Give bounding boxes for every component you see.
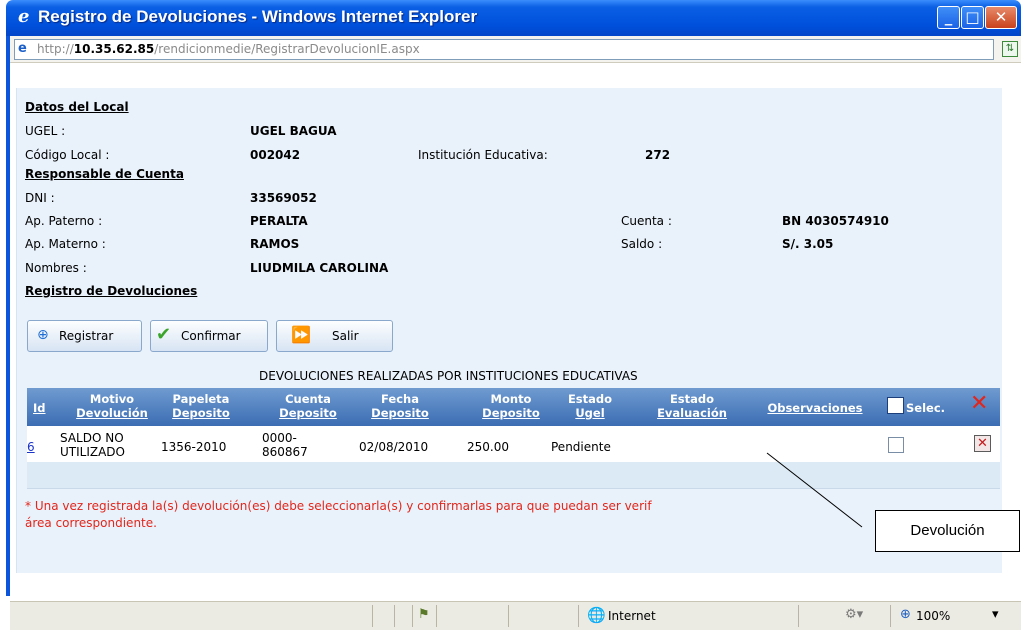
row-monto: 250.00 (467, 440, 509, 454)
url-text: http://10.35.62.85/rendicionmedie/Regist… (37, 42, 420, 56)
browser-window: e Registro de Devoluciones - Windows Int… (0, 0, 1021, 630)
row-select-checkbox[interactable] (888, 437, 904, 453)
status-divider (508, 605, 509, 627)
status-divider (412, 605, 413, 627)
maximize-icon: □ (965, 8, 980, 26)
institucion-value: 272 (645, 148, 671, 162)
row-papeleta: 1356-2010 (161, 440, 227, 454)
add-icon: ⊕ (37, 327, 49, 343)
col-motivo[interactable]: Motivo Devolución (66, 392, 158, 420)
zoom-icon: ⊕ (900, 607, 911, 622)
exit-arrow-icon: ⏩ (291, 325, 311, 344)
institucion-label: Institución Educativa: (418, 148, 548, 162)
close-icon: ✕ (994, 8, 1008, 26)
codigo-local-value: 002042 (250, 148, 301, 162)
registrar-button[interactable]: ⊕ Registrar (27, 320, 142, 352)
internet-globe-icon: 🌐 (587, 606, 606, 624)
col-cuenta[interactable]: Cuenta Deposito (268, 392, 348, 420)
popup-blocker-icon[interactable]: ⚑ (418, 608, 430, 622)
window-frame-left (6, 36, 10, 596)
col-estado-evaluacion[interactable]: Estado Evaluación (644, 392, 740, 420)
minimize-icon: _ (944, 8, 953, 26)
col-id[interactable]: Id (33, 401, 46, 415)
title-bar: e Registro de Devoluciones - Windows Int… (6, 0, 1021, 36)
nombres-label: Nombres : (25, 261, 87, 275)
row-cuenta: 0000- 860867 (262, 431, 308, 459)
confirmar-button[interactable]: ✔ Confirmar (150, 320, 268, 352)
instruction-note: * Una vez registrada la(s) devolución(es… (25, 499, 652, 530)
delete-all-icon[interactable]: ✕ (970, 393, 988, 415)
close-button[interactable]: ✕ (985, 6, 1017, 29)
salir-button[interactable]: ⏩ Salir (276, 320, 393, 352)
callout-label: Devolución (910, 522, 985, 539)
status-bar: ⚑ 🌐 Internet ⚙▾ ⊕ 100% ▾ (10, 601, 1021, 630)
row-motivo: SALDO NO UTILIZADO (60, 431, 125, 459)
ie-logo-icon: e (18, 6, 30, 27)
status-divider (436, 605, 437, 627)
minimize-button[interactable]: _ (937, 6, 960, 29)
dni-value: 33569052 (250, 191, 317, 205)
zoom-level[interactable]: 100% (916, 609, 950, 623)
col-estado-ugel[interactable]: Estado Ugel (552, 392, 628, 420)
cuenta-label: Cuenta : (621, 214, 672, 228)
window-title: Registro de Devoluciones - Windows Inter… (38, 7, 478, 26)
col-papeleta[interactable]: Papeleta Deposito (161, 392, 241, 420)
section-datos-local: Datos del Local (25, 100, 129, 114)
maximize-button[interactable]: □ (961, 6, 984, 29)
checkmark-icon: ✔ (156, 324, 172, 345)
address-bar: e http://10.35.62.85/rendicionmedie/Regi… (10, 36, 1021, 63)
col-observaciones[interactable]: Observaciones (752, 401, 878, 415)
protected-mode-icon[interactable]: ⚙▾ (845, 608, 863, 622)
ugel-label: UGEL : (25, 124, 66, 138)
grid-caption: DEVOLUCIONES REALIZADAS POR INSTITUCIONE… (259, 369, 638, 383)
ap-paterno-label: Ap. Paterno : (25, 214, 103, 228)
saldo-label: Saldo : (621, 237, 663, 251)
ap-paterno-value: PERALTA (250, 214, 308, 228)
row-estado-ugel: Pendiente (551, 440, 611, 454)
grid-footer-row (27, 462, 1000, 489)
col-fecha[interactable]: Fecha Deposito (360, 392, 440, 420)
nombres-value: LIUDMILA CAROLINA (250, 261, 389, 275)
security-zone: Internet (608, 609, 656, 623)
col-monto[interactable]: Monto Deposito (472, 392, 550, 420)
page-icon: e (18, 41, 27, 56)
select-all-checkbox[interactable] (887, 397, 904, 414)
status-divider (394, 605, 395, 627)
section-registro: Registro de Devoluciones (25, 284, 198, 298)
chevron-down-icon[interactable]: ▾ (992, 608, 999, 622)
status-divider (578, 605, 579, 627)
codigo-local-label: Código Local : (25, 148, 110, 162)
col-selec: Selec. (906, 401, 946, 415)
status-divider (372, 605, 373, 627)
cuenta-value: BN 4030574910 (782, 214, 889, 228)
status-divider (798, 605, 799, 627)
row-id-link[interactable]: 6 (27, 440, 35, 454)
section-responsable: Responsable de Cuenta (25, 167, 184, 181)
url-field[interactable]: e http://10.35.62.85/rendicionmedie/Regi… (14, 39, 994, 60)
callout-box: Devolución (875, 510, 1020, 552)
row-fecha: 02/08/2010 (359, 440, 429, 454)
compatibility-icon[interactable]: ⇅ (1002, 41, 1018, 57)
ap-materno-label: Ap. Materno : (25, 237, 106, 251)
dni-label: DNI : (25, 191, 55, 205)
status-divider (890, 605, 891, 627)
saldo-value: S/. 3.05 (782, 237, 834, 251)
ugel-value: UGEL BAGUA (250, 124, 337, 138)
ap-materno-value: RAMOS (250, 237, 300, 251)
row-delete-icon[interactable]: ✕ (974, 435, 991, 452)
